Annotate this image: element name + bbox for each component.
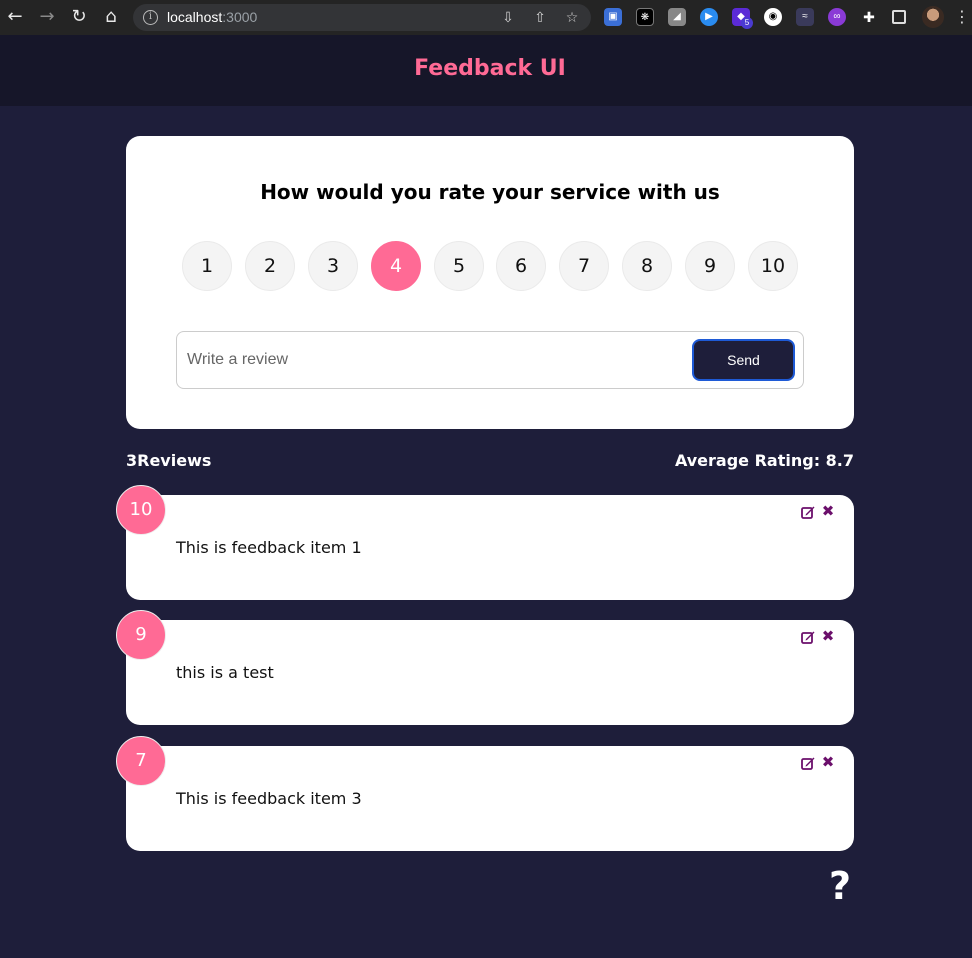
- site-info-icon[interactable]: i: [143, 10, 158, 25]
- install-app-icon[interactable]: ⇩: [499, 9, 517, 27]
- edit-icon[interactable]: [801, 756, 815, 770]
- rating-option-10[interactable]: 10: [748, 241, 798, 291]
- extension-play-icon[interactable]: ▶: [700, 8, 718, 26]
- review-input-group: Send: [176, 331, 804, 389]
- reload-icon[interactable]: ↻: [68, 6, 90, 28]
- edit-icon[interactable]: [801, 505, 815, 519]
- extension-openai-icon[interactable]: ❋: [636, 8, 654, 26]
- back-icon[interactable]: ←: [4, 6, 26, 28]
- extension-wave-icon[interactable]: ≈: [796, 8, 814, 26]
- rating-card: How would you rate your service with us …: [126, 136, 854, 429]
- feedback-text: this is a test: [176, 663, 274, 682]
- rating-option-9[interactable]: 9: [685, 241, 735, 291]
- rating-option-8[interactable]: 8: [622, 241, 672, 291]
- extension-cube-icon[interactable]: ◆ 5: [732, 8, 753, 29]
- rating-option-3[interactable]: 3: [308, 241, 358, 291]
- extension-gray-icon[interactable]: ◢: [668, 8, 686, 26]
- extension-purple-icon[interactable]: ∞: [828, 8, 846, 26]
- rating-option-2[interactable]: 2: [245, 241, 295, 291]
- feedback-rating-badge: 7: [116, 736, 166, 786]
- delete-icon[interactable]: ✖: [821, 503, 835, 519]
- edit-icon[interactable]: [801, 630, 815, 644]
- feedback-item: 10 ✖ This is feedback item 1: [116, 485, 854, 600]
- browser-menu-icon[interactable]: ⋮: [954, 8, 970, 26]
- review-input[interactable]: [178, 333, 678, 387]
- home-icon[interactable]: ⌂: [100, 6, 122, 28]
- rating-option-5[interactable]: 5: [434, 241, 484, 291]
- feedback-item: 7 ✖ This is feedback item 3: [116, 736, 854, 851]
- rating-option-6[interactable]: 6: [496, 241, 546, 291]
- extension-circle-icon[interactable]: ◉: [764, 8, 782, 26]
- share-icon[interactable]: ⇧: [531, 9, 549, 27]
- rating-option-1[interactable]: 1: [182, 241, 232, 291]
- review-count: 3Reviews: [126, 451, 212, 470]
- send-button[interactable]: Send: [692, 339, 795, 381]
- delete-icon[interactable]: ✖: [821, 754, 835, 770]
- app-title: Feedback UI: [414, 56, 566, 81]
- extensions-puzzle-icon[interactable]: ✚: [860, 8, 878, 26]
- average-rating: Average Rating: 8.7: [674, 451, 854, 470]
- address-bar[interactable]: i localhost:3000 ⇩ ⇧ ☆: [133, 4, 591, 31]
- feedback-item: 9 ✖ this is a test: [116, 610, 854, 725]
- browser-toolbar: ← → ↻ ⌂ i localhost:3000 ⇩ ⇧ ☆ ▣ ❋ ◢ ▶ ◆…: [0, 0, 972, 35]
- rating-options: 1 2 3 4 5 6 7 8 9 10: [182, 241, 798, 291]
- feedback-text: This is feedback item 3: [176, 789, 362, 808]
- forward-icon[interactable]: →: [36, 6, 58, 28]
- feedback-text: This is feedback item 1: [176, 538, 362, 557]
- side-panel-icon[interactable]: [892, 10, 906, 24]
- extension-translate-icon[interactable]: ▣: [604, 8, 622, 26]
- rating-question: How would you rate your service with us: [260, 180, 720, 204]
- rating-option-4[interactable]: 4: [371, 241, 421, 291]
- feedback-rating-badge: 9: [116, 610, 166, 660]
- profile-avatar[interactable]: [922, 6, 944, 28]
- about-link-icon[interactable]: ?: [826, 864, 854, 908]
- rating-option-7[interactable]: 7: [559, 241, 609, 291]
- bookmark-star-icon[interactable]: ☆: [563, 9, 581, 27]
- delete-icon[interactable]: ✖: [821, 628, 835, 644]
- extension-badge: 5: [741, 17, 753, 29]
- url-text[interactable]: localhost:3000: [167, 9, 257, 25]
- feedback-rating-badge: 10: [116, 485, 166, 535]
